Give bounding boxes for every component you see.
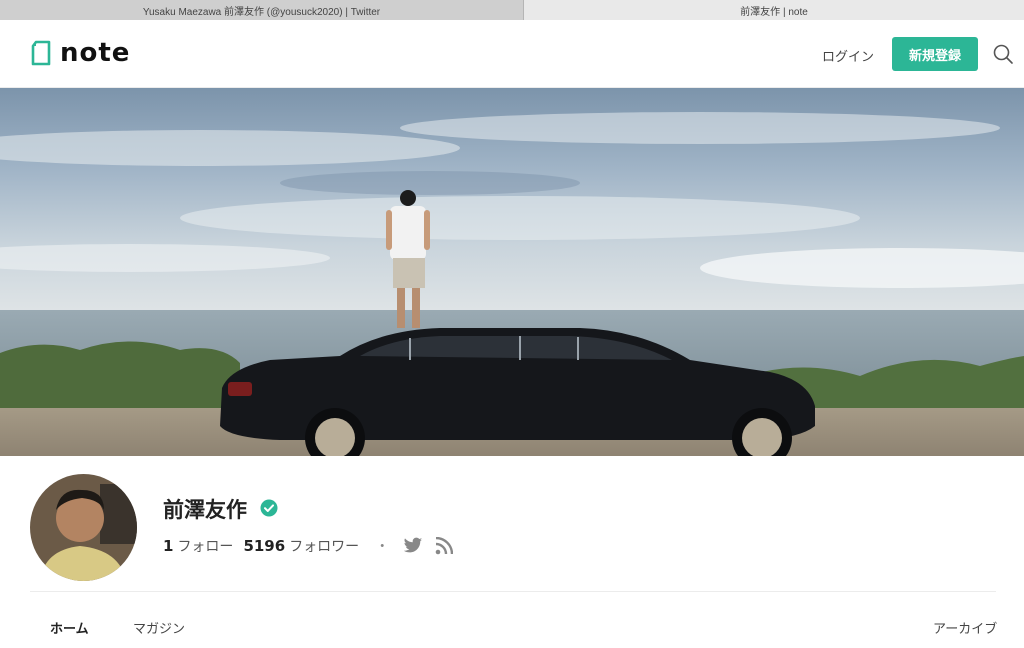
cover-image — [0, 88, 1024, 456]
search-icon[interactable] — [992, 43, 1014, 65]
follower-count[interactable]: 5196 — [243, 537, 285, 555]
note-logo-text: note — [60, 38, 131, 68]
site-header: note ログイン 新規登録 — [0, 20, 1024, 88]
avatar[interactable] — [30, 474, 137, 581]
note-logo[interactable]: note — [30, 40, 130, 66]
follower-label[interactable]: フォロワー — [289, 536, 359, 556]
follow-label[interactable]: フォロー — [177, 536, 233, 556]
browser-tab-strip: Yusaku Maezawa 前澤友作 (@yousuck2020) | Twi… — [0, 0, 1024, 20]
profile-stats: 1 フォロー 5196 フォロワー ・ — [163, 536, 454, 556]
browser-tab-twitter[interactable]: Yusaku Maezawa 前澤友作 (@yousuck2020) | Twi… — [0, 0, 524, 20]
tab-home[interactable]: ホーム — [50, 618, 89, 637]
tab-archive[interactable]: アーカイブ — [933, 618, 997, 637]
stats-separator: ・ — [375, 539, 390, 555]
profile-name: 前澤友作 — [163, 498, 247, 522]
tabs-divider — [30, 591, 996, 592]
verified-icon — [260, 499, 278, 517]
follow-count[interactable]: 1 — [163, 537, 173, 555]
tab-magazine[interactable]: マガジン — [133, 618, 185, 637]
twitter-icon[interactable] — [403, 537, 423, 555]
login-link[interactable]: ログイン — [822, 46, 874, 65]
note-logo-icon — [31, 40, 51, 66]
browser-tab-note[interactable]: 前澤友作 | note — [524, 0, 1024, 20]
signup-button[interactable]: 新規登録 — [892, 37, 978, 71]
rss-icon[interactable] — [435, 537, 454, 555]
